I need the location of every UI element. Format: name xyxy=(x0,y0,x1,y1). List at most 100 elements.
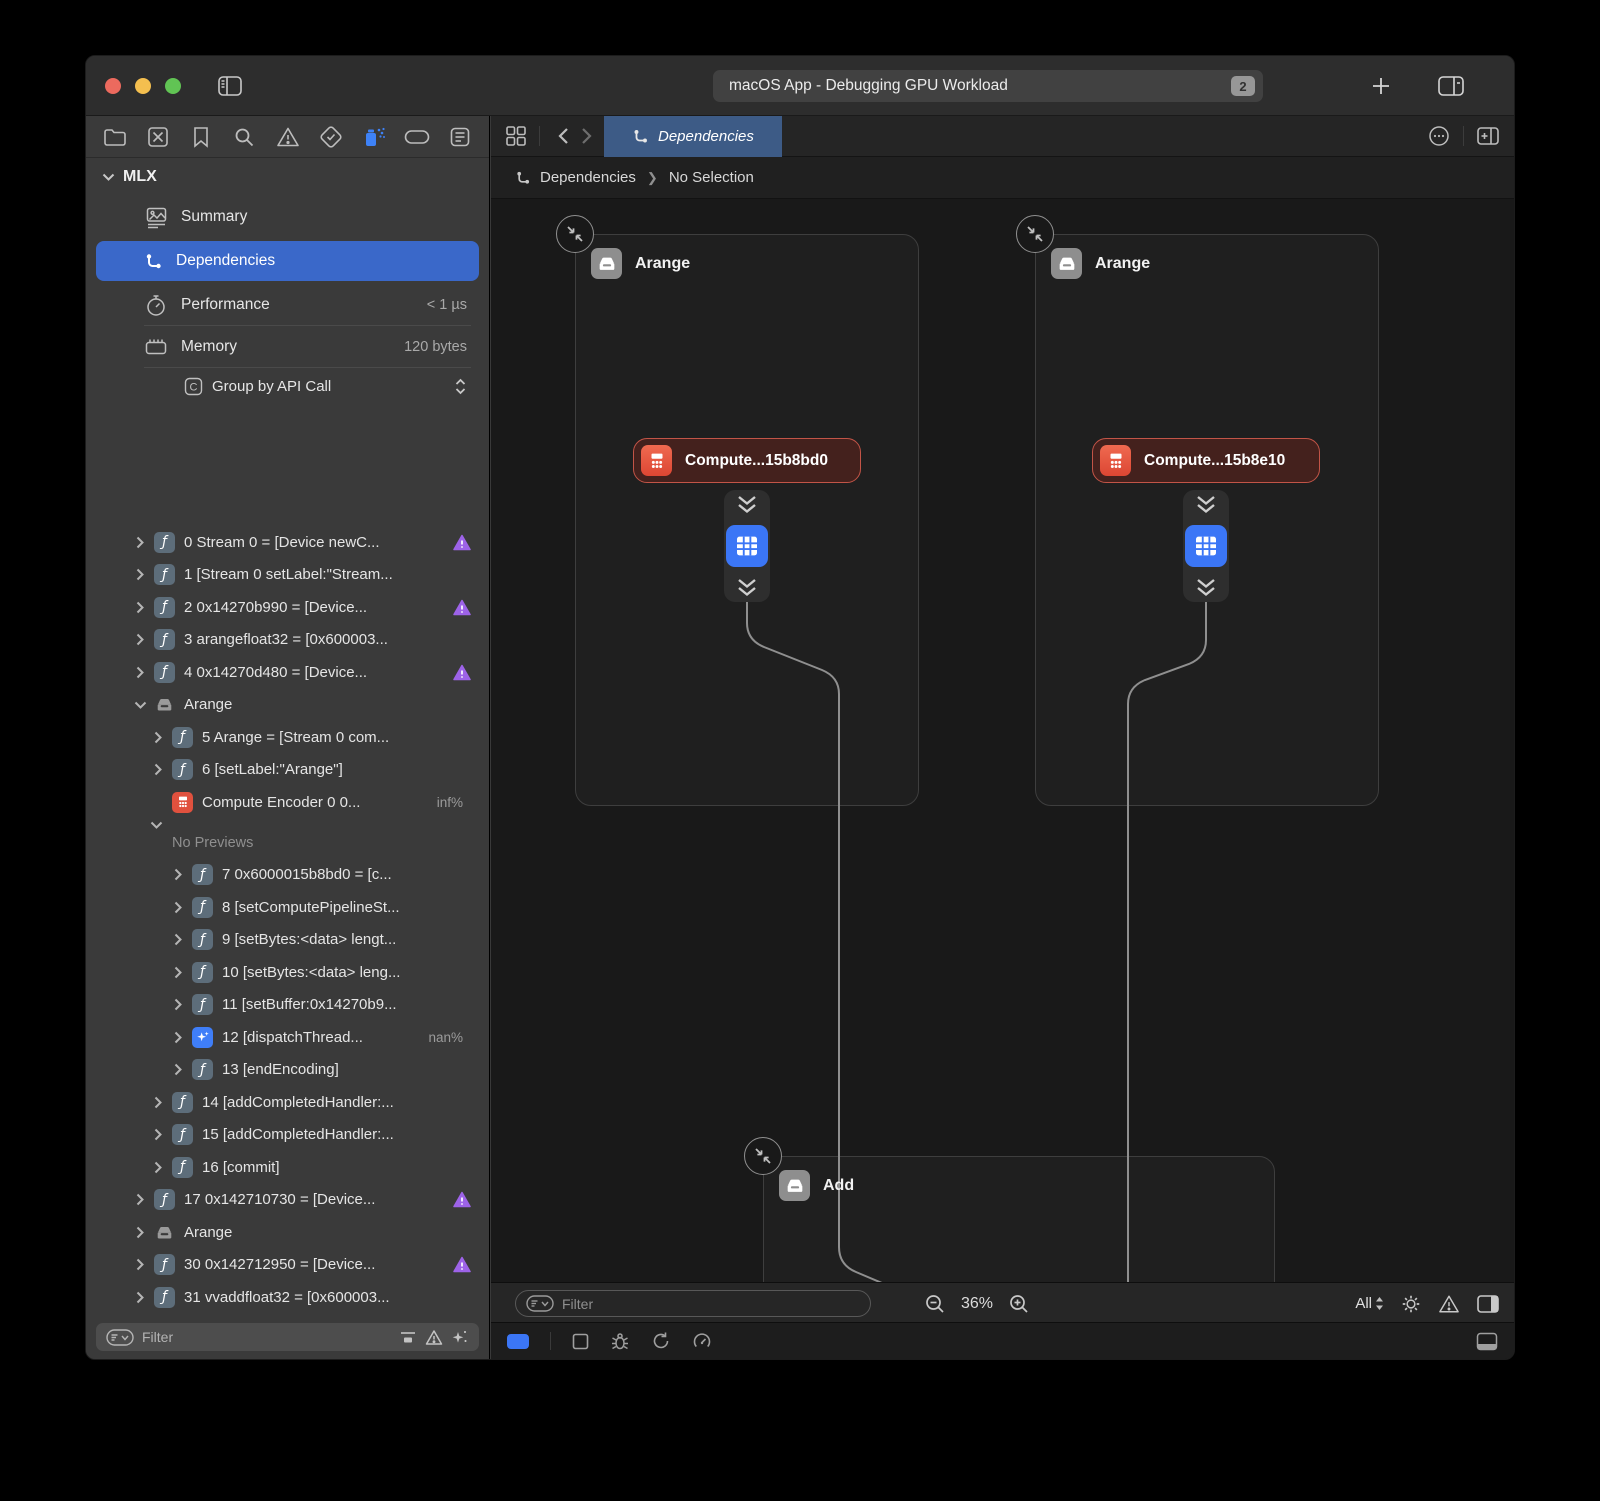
group-by-api-call-control[interactable]: C Group by API Call xyxy=(86,368,489,404)
resource-connector-1[interactable] xyxy=(724,490,770,602)
tree-row[interactable]: ƒ8 [setComputePipelineSt... xyxy=(86,891,489,924)
disclosure-chevron-icon[interactable] xyxy=(132,1291,148,1304)
split-editor-icon[interactable] xyxy=(1438,75,1464,97)
search-icon[interactable] xyxy=(231,124,257,150)
canvas-filter-field[interactable] xyxy=(515,1290,871,1317)
disclosure-chevron-icon[interactable] xyxy=(150,763,166,776)
disclosure-chevron-icon[interactable] xyxy=(132,633,148,646)
right-panel-icon[interactable] xyxy=(1476,1294,1500,1314)
disclosure-chevron-icon[interactable] xyxy=(170,1031,186,1044)
minimize-window-button[interactable] xyxy=(135,78,151,94)
chevron-down-icon[interactable] xyxy=(150,821,163,829)
collapse-group-button[interactable] xyxy=(1016,215,1054,253)
back-button[interactable] xyxy=(552,127,575,145)
group-header-arange-2[interactable]: Arange xyxy=(1051,248,1150,279)
sidebar-item-dependencies[interactable]: Dependencies xyxy=(86,238,489,284)
tab-dependencies[interactable]: Dependencies xyxy=(604,116,782,157)
disclosure-chevron-icon[interactable] xyxy=(170,933,186,946)
close-window-button[interactable] xyxy=(105,78,121,94)
disclosure-chevron-icon[interactable] xyxy=(170,1063,186,1076)
tree-row[interactable]: ƒ2 0x14270b990 = [Device... xyxy=(86,591,489,624)
performance-gauge-icon[interactable] xyxy=(692,1331,712,1351)
test-icon[interactable] xyxy=(318,124,344,150)
tree-row[interactable]: ƒ30 0x142712950 = [Device... xyxy=(86,1249,489,1282)
resource-table-icon[interactable] xyxy=(1185,525,1227,567)
disclosure-chevron-icon[interactable] xyxy=(132,568,148,581)
tree-row[interactable]: Compute Encoder 0 0...inf% xyxy=(86,786,489,819)
dependency-graph-canvas[interactable]: Arange Arange Add xyxy=(491,199,1514,1282)
tree-row[interactable]: ƒ16 [commit] xyxy=(86,1151,489,1184)
capture-frame-icon[interactable] xyxy=(145,124,171,150)
tree-row[interactable]: ƒ11 [setBuffer:0x14270b9... xyxy=(86,989,489,1022)
disclosure-chevron-icon[interactable] xyxy=(150,731,166,744)
sidebar-filter-bar[interactable] xyxy=(96,1323,479,1351)
resource-connector-2[interactable] xyxy=(1183,490,1229,602)
tree-row[interactable]: ƒ10 [setBytes:<data> leng... xyxy=(86,956,489,989)
chevron-down-icon[interactable] xyxy=(102,173,115,182)
tree-row[interactable]: ƒ14 [addCompletedHandler:... xyxy=(86,1086,489,1119)
tree-row[interactable]: ƒ5 Arange = [Stream 0 com... xyxy=(86,721,489,754)
disclosure-chevron-icon[interactable] xyxy=(132,1258,148,1271)
disclosure-chevron-icon[interactable] xyxy=(132,536,148,549)
tree-row[interactable]: ƒ7 0x6000015b8bd0 = [c... xyxy=(86,859,489,892)
tree-row[interactable]: ƒ0 Stream 0 = [Device newC... xyxy=(86,526,489,559)
sparkle-filter-icon[interactable] xyxy=(451,1329,469,1346)
disclosure-chevron-icon[interactable] xyxy=(132,1226,148,1239)
disclosure-chevron-icon[interactable] xyxy=(150,1161,166,1174)
disclosure-chevron-icon[interactable] xyxy=(150,1096,166,1109)
bottom-panel-icon[interactable] xyxy=(1476,1332,1498,1351)
zoom-out-icon[interactable] xyxy=(924,1293,946,1315)
tree-row[interactable]: ƒ13 [endEncoding] xyxy=(86,1054,489,1087)
sidebar-filter-input[interactable] xyxy=(142,1329,391,1345)
selected-row-highlight[interactable]: Dependencies xyxy=(96,241,479,281)
selection-tool-icon[interactable] xyxy=(572,1333,589,1350)
stepper-chevrons-icon[interactable] xyxy=(454,377,467,396)
group-header-arange-1[interactable]: Arange xyxy=(591,248,690,279)
gpu-spray-icon[interactable] xyxy=(361,124,387,150)
folder-icon[interactable] xyxy=(102,124,128,150)
scope-selector[interactable]: All xyxy=(1355,1295,1384,1312)
tree-row[interactable]: ƒ1 [Stream 0 setLabel:"Stream... xyxy=(86,559,489,592)
add-editor-icon[interactable] xyxy=(1476,125,1500,147)
bookmark-icon[interactable] xyxy=(188,124,214,150)
window-title-tab[interactable]: macOS App - Debugging GPU Workload 2 xyxy=(713,70,1263,102)
tree-row[interactable]: ƒ15 [addCompletedHandler:... xyxy=(86,1119,489,1152)
add-tab-button[interactable] xyxy=(1370,75,1392,97)
sidebar-item-mlx[interactable]: MLX xyxy=(86,158,489,196)
disclosure-chevron-icon[interactable] xyxy=(170,998,186,1011)
tree-row[interactable]: 12 [dispatchThread...nan% xyxy=(86,1021,489,1054)
tree-row[interactable]: ƒ3 arangefloat32 = [0x600003... xyxy=(86,624,489,657)
disclosure-chevron-icon[interactable] xyxy=(132,666,148,679)
canvas-filter-input[interactable] xyxy=(562,1296,860,1312)
forward-button[interactable] xyxy=(575,127,598,145)
compute-encoder-node-1[interactable]: Compute...15b8bd0 xyxy=(633,438,861,483)
tree-row[interactable]: ƒ17 0x142710730 = [Device... xyxy=(86,1184,489,1217)
disclosure-chevron-icon[interactable] xyxy=(132,601,148,614)
tree-row[interactable]: ƒ32 0x142713910 = [Device... xyxy=(86,1314,489,1316)
tab-overview-icon[interactable] xyxy=(505,125,527,147)
collapse-group-button[interactable] xyxy=(744,1137,782,1175)
zoom-level[interactable]: 36% xyxy=(961,1295,993,1313)
disclosure-chevron-icon[interactable] xyxy=(132,701,148,709)
toggle-sidebar-icon[interactable] xyxy=(218,76,242,96)
resource-table-icon[interactable] xyxy=(726,525,768,567)
collapse-group-button[interactable] xyxy=(556,215,594,253)
tree-row[interactable]: ƒ4 0x14270d480 = [Device... xyxy=(86,656,489,689)
tree-row[interactable]: ƒ31 vvaddfloat32 = [0x600003... xyxy=(86,1281,489,1314)
tree-row[interactable]: ƒ6 [setLabel:"Arange"] xyxy=(86,754,489,787)
tag-icon[interactable] xyxy=(404,124,430,150)
flatten-hierarchy-icon[interactable] xyxy=(399,1329,417,1346)
tree-row[interactable]: ƒ9 [setBytes:<data> lengt... xyxy=(86,924,489,957)
settings-gear-icon[interactable] xyxy=(1400,1293,1422,1315)
show-warnings-icon[interactable] xyxy=(1438,1294,1460,1314)
disclosure-chevron-icon[interactable] xyxy=(150,1128,166,1141)
disclosure-chevron-icon[interactable] xyxy=(132,1193,148,1206)
show-issues-icon[interactable] xyxy=(425,1329,443,1346)
zoom-in-icon[interactable] xyxy=(1008,1293,1030,1315)
shader-debugger-bug-icon[interactable] xyxy=(610,1332,630,1351)
report-icon[interactable] xyxy=(447,124,473,150)
zoom-window-button[interactable] xyxy=(165,78,181,94)
disclosure-chevron-icon[interactable] xyxy=(170,966,186,979)
graph-mode-button[interactable] xyxy=(507,1334,529,1349)
tree-row[interactable]: Arange xyxy=(86,1216,489,1249)
